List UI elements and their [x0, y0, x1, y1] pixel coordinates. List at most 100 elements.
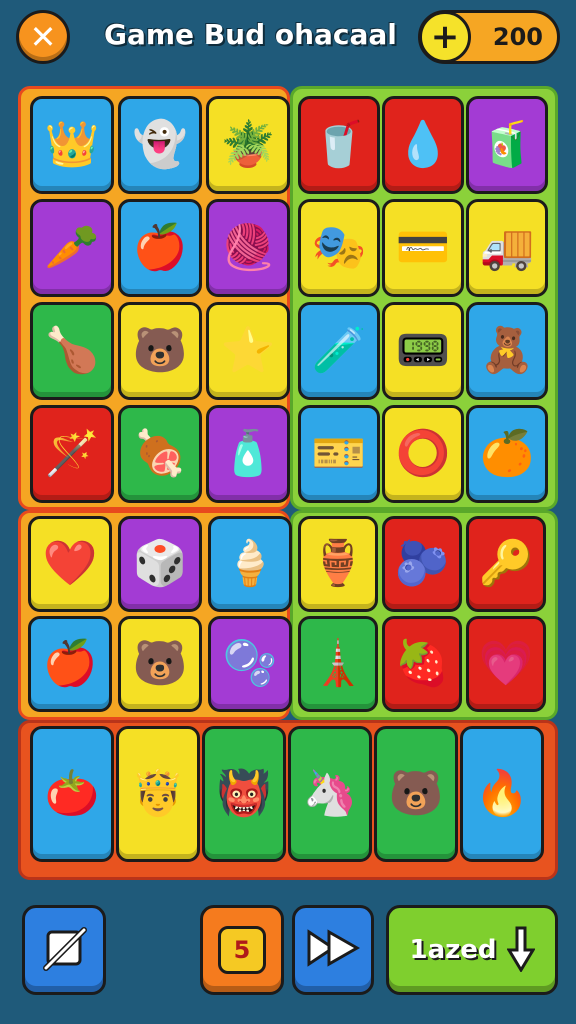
game-tile[interactable]: 🍅	[30, 726, 114, 862]
striped-cup-icon: 🥤	[311, 119, 367, 170]
star-cherry-icon: ⭐	[220, 325, 276, 376]
dice-card-icon: 🎲	[132, 538, 188, 589]
game-tile[interactable]: 👻	[118, 96, 202, 194]
king-ghost-icon: 👻	[132, 119, 188, 170]
apple-red-icon: 🍎	[42, 638, 98, 689]
game-tile[interactable]: ❤️	[28, 516, 112, 612]
glass-juice-icon: 🧃	[479, 119, 535, 170]
game-tile[interactable]: 🪴	[206, 96, 290, 194]
top-bar: ✕ Game Bud ohacaal + 200	[0, 0, 576, 80]
drumstick-icon: 🍗	[44, 325, 100, 376]
fire-pot-icon: 🔥	[474, 768, 530, 819]
game-tile[interactable]: 🤴	[116, 726, 200, 862]
game-tile[interactable]: 💧	[382, 96, 464, 194]
game-tile[interactable]: 🎫	[298, 405, 380, 503]
tower-icon: 🗼	[310, 638, 366, 689]
meat-leg-icon: 🍖	[132, 428, 188, 479]
game-tile[interactable]: 💳	[382, 199, 464, 297]
game-tile[interactable]: 🎲	[118, 516, 202, 612]
ticket-icon: 🎫	[311, 428, 367, 479]
tomato-icon: 🍅	[44, 768, 100, 819]
crown-jar-icon: 🏺	[310, 538, 366, 589]
game-tile[interactable]: 🔑	[466, 516, 546, 612]
bottle-icon: 🧴	[220, 428, 276, 479]
bottom-bar: 5 1azed	[0, 895, 576, 1015]
crown-creature-icon: 🤴	[130, 768, 186, 819]
load-label: 1azed	[409, 935, 497, 965]
game-title: Game Bud ohacaal	[104, 18, 397, 51]
carrot-slice-icon: 🥕	[44, 222, 100, 273]
bear-mug-icon: 🐻	[132, 638, 188, 689]
game-tile[interactable]: 🍎	[118, 199, 202, 297]
gummy-icon: 🫐	[394, 538, 450, 589]
rings-icon: ⭕	[395, 428, 451, 479]
fast-forward-button[interactable]	[292, 905, 374, 995]
game-tile[interactable]: 🎭	[298, 199, 380, 297]
crown-pot-icon: 👑	[44, 119, 100, 170]
game-tile[interactable]: 📟	[382, 302, 464, 400]
game-tile[interactable]: 🐻	[374, 726, 458, 862]
close-button[interactable]: ✕	[16, 10, 70, 64]
game-tile[interactable]: 🫐	[382, 516, 462, 612]
game-tile[interactable]: 🐻	[118, 616, 202, 712]
ice-cream-icon: 🍦	[222, 538, 278, 589]
game-tile[interactable]: 🚚	[466, 199, 548, 297]
game-tile[interactable]: 🧪	[298, 302, 380, 400]
moves-badge: 5	[218, 926, 266, 974]
pink-toy-icon: 🦄	[302, 768, 358, 819]
game-tile[interactable]: 🐻	[118, 302, 202, 400]
game-tile[interactable]: 🥤	[298, 96, 380, 194]
game-tile[interactable]: 🏺	[298, 516, 378, 612]
game-tile[interactable]: 🍖	[118, 405, 202, 503]
arrow-down-icon	[505, 924, 536, 976]
yarn-ball-icon: 🧶	[220, 222, 276, 273]
game-tile[interactable]: ⭕	[382, 405, 464, 503]
game-tile[interactable]: 🫧	[208, 616, 292, 712]
game-tile[interactable]: 🧶	[206, 199, 290, 297]
game-tile[interactable]: 🦄	[288, 726, 372, 862]
orange-icon: 🍊	[479, 428, 535, 479]
toy-truck-icon: 🚚	[479, 222, 535, 273]
game-tile[interactable]: 🧴	[206, 405, 290, 503]
magic-wand-icon: 🪄	[44, 428, 100, 479]
game-tile[interactable]: 🍊	[466, 405, 548, 503]
potted-plant-icon: 🪴	[220, 119, 276, 170]
moves-button[interactable]: 5	[200, 905, 284, 995]
game-tile[interactable]: 💗	[466, 616, 546, 712]
fast-forward-icon	[305, 928, 361, 972]
game-tile[interactable]: 👹	[202, 726, 286, 862]
add-coins-button[interactable]: +	[419, 11, 471, 63]
game-tile[interactable]: ⭐	[206, 302, 290, 400]
game-tile[interactable]: 🍗	[30, 302, 114, 400]
bear-head-icon: 🐻	[388, 768, 444, 819]
game-tile[interactable]: 🍎	[28, 616, 112, 712]
game-tile[interactable]: 🍦	[208, 516, 292, 612]
card-icon: 💳	[395, 222, 451, 273]
game-tile[interactable]: 🪄	[30, 405, 114, 503]
bear-face-icon: 🐻	[132, 325, 188, 376]
coin-count: 200	[492, 23, 543, 51]
screen-icon: 📟	[395, 325, 451, 376]
mute-icon	[38, 922, 90, 978]
washer-icon: 🫧	[222, 638, 278, 689]
crown-gremlin-icon: 👹	[216, 768, 272, 819]
coin-counter: + 200	[418, 10, 560, 64]
plus-icon: +	[430, 17, 460, 57]
potion-icon: 🧪	[311, 325, 367, 376]
game-tile[interactable]: 🗼	[298, 616, 378, 712]
load-button[interactable]: 1azed	[386, 905, 558, 995]
game-tile[interactable]: 🥕	[30, 199, 114, 297]
moves-count: 5	[233, 936, 251, 964]
game-tile[interactable]: 🍓	[382, 616, 462, 712]
game-tile[interactable]: 🧸	[466, 302, 548, 400]
close-icon: ✕	[29, 18, 57, 56]
feather-crown-icon: 🎭	[311, 222, 367, 273]
game-tile[interactable]: 🧃	[466, 96, 548, 194]
game-tile[interactable]: 🔥	[460, 726, 544, 862]
apple-icon: 🍎	[132, 222, 188, 273]
mute-button[interactable]	[22, 905, 106, 995]
heart-icon: ❤️	[42, 538, 98, 589]
bear-cup-icon: 🧸	[479, 325, 535, 376]
game-tile[interactable]: 👑	[30, 96, 114, 194]
pink-heart-icon: 💗	[478, 638, 534, 689]
